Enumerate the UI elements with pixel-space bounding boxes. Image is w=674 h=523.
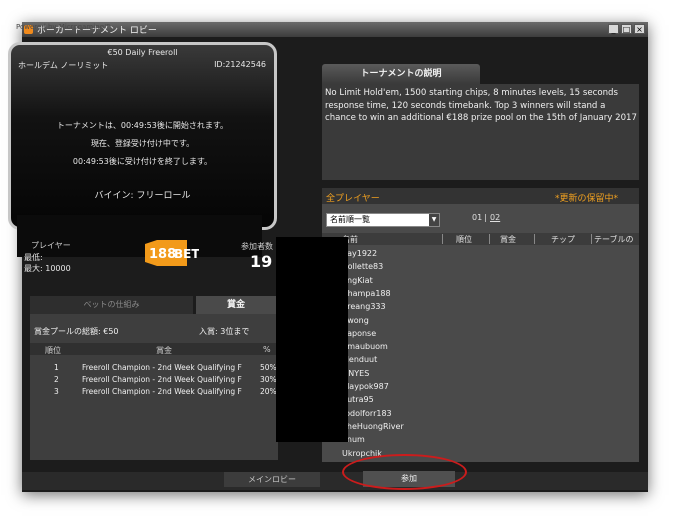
column-divider — [591, 234, 592, 244]
prize-percent: 50% — [260, 363, 277, 372]
player-row[interactable]: Kmaubuom — [342, 342, 388, 351]
prize-col-percent: % — [263, 345, 271, 354]
maximize-button[interactable]: □ — [621, 24, 632, 34]
main-lobby-button[interactable]: メインロビー — [224, 472, 320, 487]
start-time-message: トーナメントは、00:49:53後に開始されます。 — [56, 121, 229, 130]
description-text: No Limit Hold'em, 1500 starting chips, 8… — [325, 88, 637, 123]
entrants-label: 参加者数 — [241, 242, 273, 251]
tab-betting-structure[interactable]: ベットの仕組み — [30, 296, 193, 314]
col-rank[interactable]: 順位 — [456, 234, 472, 245]
188bet-logo: 188 BET — [145, 240, 199, 266]
logo-number: 188 — [149, 247, 176, 262]
prize-col-rank: 順位 — [45, 346, 61, 355]
player-row[interactable]: TheHuongRiver — [342, 422, 404, 431]
title-bar[interactable]: ポーカートーナメント ロビー _ □ × — [22, 22, 648, 37]
players-label: プレイヤー — [31, 241, 71, 250]
page-separator: | — [484, 213, 487, 222]
page-link-2[interactable]: 02 — [490, 213, 500, 222]
bottom-bar — [22, 472, 648, 490]
player-row[interactable]: playpok987 — [342, 382, 389, 391]
game-type: ホールデム ノーリミット — [18, 61, 109, 70]
col-table[interactable]: テーブルの — [594, 234, 634, 245]
tab-prize[interactable]: 賞金 — [196, 296, 276, 314]
logo-word: BET — [174, 247, 199, 261]
page-link-1[interactable]: 01 — [472, 213, 482, 222]
prize-name: Freeroll Champion - 2nd Week Qualifying … — [82, 363, 242, 372]
tab-tournament-description[interactable]: トーナメントの説明 — [322, 64, 480, 84]
prize-name: Freeroll Champion - 2nd Week Qualifying … — [82, 375, 242, 384]
paid-places: 入賞: 3位まで — [199, 327, 250, 336]
registration-close-message: 00:49:53後に受け付けを終了します。 — [72, 157, 213, 166]
column-divider — [442, 234, 443, 244]
update-pending-status: *更新の保留中* — [555, 194, 619, 204]
highlight-circle — [342, 454, 467, 490]
close-button[interactable]: × — [634, 24, 645, 34]
redaction-block — [276, 237, 348, 442]
column-divider — [534, 234, 535, 244]
max-players: 最大: 10000 — [24, 264, 71, 273]
sort-dropdown[interactable]: 名前順一覧 — [326, 213, 440, 227]
entrants-count: 19 — [250, 252, 273, 271]
col-prize[interactable]: 賞金 — [500, 234, 516, 245]
player-row[interactable]: Champa188 — [342, 289, 391, 298]
prize-pool-total: 賞金プールの総額: €50 — [34, 327, 119, 336]
min-players: 最低: — [24, 253, 43, 262]
column-divider — [489, 234, 490, 244]
prize-table-header — [30, 343, 278, 355]
prize-percent: 20% — [260, 387, 277, 396]
chevron-down-icon[interactable]: ▼ — [429, 214, 439, 226]
tournament-name: €50 Daily Freeroll — [107, 48, 178, 57]
prize-name: Freeroll Champion - 2nd Week Qualifying … — [82, 387, 242, 396]
buyin-label: バイイン: フリーロール — [94, 191, 191, 201]
tournament-panel: €50 Daily Freeroll ホールデム ノーリミット ID:21242… — [8, 42, 277, 257]
prize-rank: 3 — [54, 387, 59, 396]
prize-col-prize: 賞金 — [156, 346, 172, 355]
all-players-title: 全プレイヤー — [326, 194, 380, 204]
tournament-id: ID:21242546 — [214, 60, 266, 69]
player-row[interactable]: Kreang333 — [342, 302, 386, 311]
prize-rank: 2 — [54, 375, 59, 384]
powered-by-label: Powered by Microgaming™ — [16, 23, 112, 31]
player-row[interactable]: rodolforr183 — [342, 409, 392, 418]
prize-rank: 1 — [54, 363, 59, 372]
player-row[interactable]: Collette83 — [342, 262, 383, 271]
prize-percent: 30% — [260, 375, 277, 384]
minimize-button[interactable]: _ — [608, 24, 619, 34]
registration-status-message: 現在、登録受け付け中です。 — [90, 139, 195, 148]
col-chips[interactable]: チップ — [551, 234, 575, 245]
